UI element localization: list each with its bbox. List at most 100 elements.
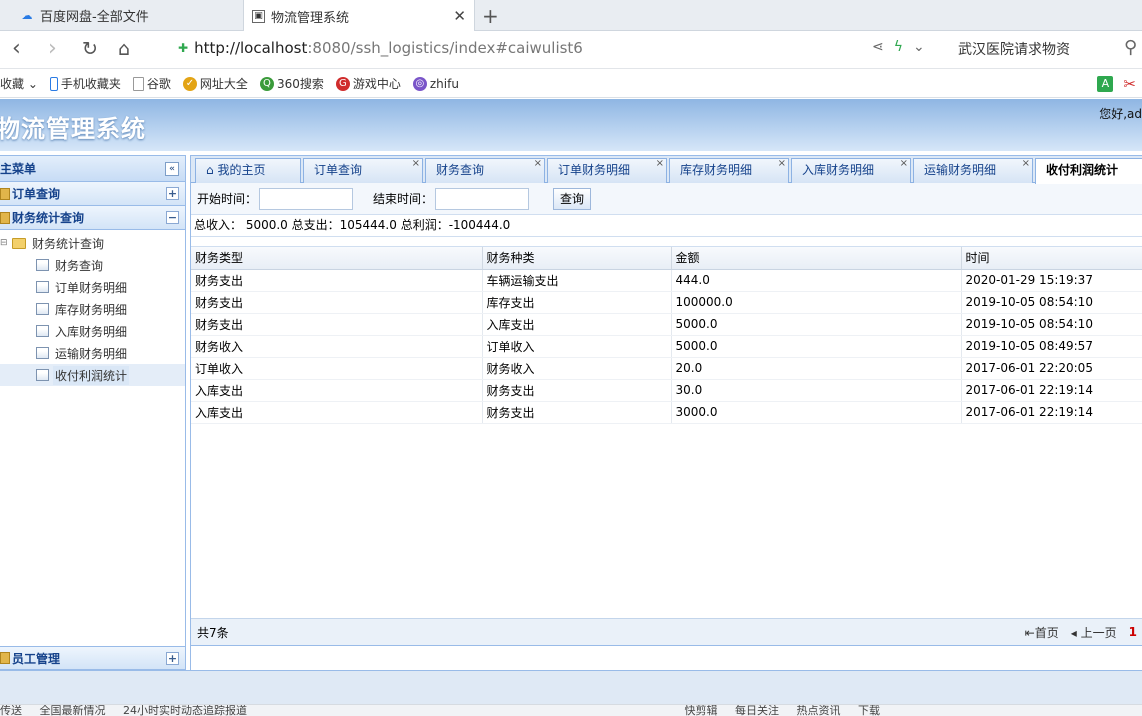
bookmark-games[interactable]: G 游戏中心 [335, 75, 401, 92]
status-item[interactable]: 热点资讯 [797, 705, 841, 716]
bookmark-mobile[interactable]: 手机收藏夹 [49, 75, 121, 92]
close-icon[interactable]: × [656, 159, 664, 175]
table-row[interactable]: 入库支出 财务支出 3000.0 2017-06-01 22:19:14 [191, 401, 1142, 424]
sidebar-header: 主菜单 « [0, 156, 185, 182]
tab-order-query[interactable]: 订单查询 × [303, 158, 423, 183]
table-cell: 444.0 [671, 269, 962, 292]
document-icon [36, 369, 49, 381]
first-page-button[interactable]: ⇤首页 [1025, 624, 1059, 641]
table-cell: 2019-10-05 08:54:10 [961, 313, 1142, 336]
forward-icon[interactable]: › [48, 37, 57, 61]
expand-icon[interactable]: + [166, 651, 179, 665]
table-row[interactable]: 财务收入 订单收入 5000.0 2019-10-05 08:49:57 [191, 335, 1142, 358]
end-time-input[interactable] [435, 187, 530, 210]
tree-node-finance[interactable]: ⊟ 财务统计查询 [0, 232, 185, 254]
column-header[interactable]: 金额 [671, 247, 962, 270]
table-cell: 财务支出 [482, 379, 672, 402]
table-cell: 订单收入 [191, 357, 483, 380]
table-row[interactable]: 财务支出 车辆运输支出 444.0 2020-01-29 15:19:37 [191, 269, 1142, 292]
sidebar-section-orders[interactable]: 订单查询 + [0, 182, 185, 206]
folder-icon [0, 187, 10, 200]
search-icon[interactable]: ⚲ [1124, 37, 1137, 58]
table-row[interactable]: 入库支出 财务支出 30.0 2017-06-01 22:19:14 [191, 379, 1142, 402]
tree-item-inbound-finance[interactable]: 入库财务明细 [0, 320, 185, 342]
status-item[interactable]: 传送 [0, 705, 22, 716]
search-input[interactable]: 武汉医院请求物资 [958, 39, 1070, 59]
bookmarks-tools: A ✂ [1097, 75, 1136, 93]
lightning-icon[interactable]: ϟ [894, 39, 903, 55]
status-item[interactable]: 下载 [858, 705, 880, 716]
close-icon[interactable]: × [900, 159, 908, 175]
tab-finance-query[interactable]: 财务查询 × [425, 158, 545, 183]
table-cell: 入库支出 [191, 379, 483, 402]
table-cell: 100000.0 [671, 291, 962, 314]
bookmark-360search[interactable]: Q 360搜索 [259, 75, 324, 92]
close-icon[interactable]: ✕ [453, 7, 466, 25]
table-row[interactable]: 财务支出 库存支出 100000.0 2019-10-05 08:54:10 [191, 291, 1142, 314]
status-item[interactable]: 全国最新情况 [40, 705, 106, 716]
tools-icon[interactable]: ✂ [1123, 75, 1136, 93]
chevron-down-icon[interactable]: ⌄ [913, 39, 925, 55]
close-icon[interactable]: × [1022, 159, 1030, 175]
search-360-icon: Q [259, 76, 274, 91]
tree-item-profit-stats[interactable]: 收付利润统计 [0, 364, 185, 386]
games-icon: G [335, 76, 350, 91]
status-item[interactable]: 24小时实时动态追踪报道 [123, 705, 247, 716]
address-bar: ‹ › ↻ ⌂ ✚ http://localhost:8080/ssh_logi… [0, 31, 1142, 69]
start-time-input[interactable] [259, 187, 354, 210]
bookmark-favorites[interactable]: 收藏 ⌄ [0, 75, 38, 92]
finance-tree: ⊟ 财务统计查询 财务查询 订单财务明细 库存财务明细 入库财务明细 运输财务明… [0, 230, 185, 386]
home-icon[interactable]: ⌂ [118, 37, 130, 61]
table-row[interactable]: 订单收入 财务收入 20.0 2017-06-01 22:20:05 [191, 357, 1142, 380]
tab-stock-finance[interactable]: 库存财务明细 × [669, 158, 789, 183]
refresh-icon[interactable]: ↻ [82, 37, 98, 61]
collapse-section-icon[interactable]: − [166, 211, 179, 224]
app-title: 物流管理系统 [0, 115, 146, 143]
page-number[interactable]: 1 [1129, 625, 1137, 639]
query-button[interactable]: 查询 [553, 187, 592, 210]
bookmark-google[interactable]: 谷歌 [132, 75, 171, 92]
column-header[interactable]: 财务类型 [191, 247, 483, 270]
tab-profit-stats[interactable]: 收付利润统计 [1035, 158, 1142, 184]
main-bottom-panel [191, 645, 1142, 671]
table-cell: 入库支出 [191, 401, 483, 424]
sidebar-section-staff[interactable]: 员工管理 + [0, 646, 185, 670]
prev-page-button[interactable]: ◂ 上一页 [1071, 624, 1117, 641]
tab-inbound-finance[interactable]: 入库财务明细 × [791, 158, 911, 183]
column-header[interactable]: 时间 [961, 247, 1142, 270]
tree-item-stock-finance[interactable]: 库存财务明细 [0, 298, 185, 320]
collapse-icon[interactable]: « [165, 161, 179, 176]
table-row[interactable]: 财务支出 入库支出 5000.0 2019-10-05 08:54:10 [191, 313, 1142, 336]
url-field[interactable]: ✚ http://localhost:8080/ssh_logistics/in… [178, 39, 583, 57]
back-icon[interactable]: ‹ [12, 37, 21, 61]
table-cell: 财务收入 [191, 335, 483, 358]
tab-home[interactable]: ⌂ 我的主页 [195, 158, 301, 183]
bookmark-sites[interactable]: ✓ 网址大全 [182, 75, 248, 92]
table-cell: 5000.0 [671, 313, 962, 336]
sidebar-section-finance[interactable]: 财务统计查询 − [0, 206, 185, 230]
browser-tab-baidu[interactable]: ☁ 百度网盘-全部文件 [0, 0, 242, 31]
new-tab-icon[interactable]: + [482, 4, 499, 28]
tree-item-order-finance[interactable]: 订单财务明细 [0, 276, 185, 298]
browser-tab-title: 百度网盘-全部文件 [40, 10, 149, 25]
close-icon[interactable]: × [778, 159, 786, 175]
document-icon [36, 303, 49, 315]
share-icon[interactable]: ⋖ [872, 39, 884, 55]
close-icon[interactable]: × [412, 159, 420, 175]
browser-tab-logistics[interactable]: ▣ 物流管理系统 ✕ [243, 0, 475, 32]
bookmark-zhifu[interactable]: ◎ zhifu [412, 76, 459, 91]
tree-toggle-icon[interactable]: ⊟ [0, 238, 10, 248]
tree-item-transport-finance[interactable]: 运输财务明细 [0, 342, 185, 364]
sites-icon: ✓ [182, 76, 197, 91]
tree-item-finance-query[interactable]: 财务查询 [0, 254, 185, 276]
expand-icon[interactable]: + [166, 187, 179, 200]
finance-grid: 财务类型 财务种类 金额 时间 财务支出 车辆运输支出 444.0 2020-01-2… [191, 246, 1142, 618]
column-header[interactable]: 财务种类 [482, 247, 672, 270]
tab-order-finance[interactable]: 订单财务明细 × [547, 158, 667, 183]
translate-icon[interactable]: A [1097, 76, 1114, 92]
tab-transport-finance[interactable]: 运输财务明细 × [913, 158, 1033, 183]
status-item[interactable]: 每日关注 [735, 705, 779, 716]
close-icon[interactable]: × [534, 159, 542, 175]
end-time-label: 结束时间： [373, 192, 434, 206]
status-item[interactable]: 快剪辑 [685, 705, 718, 716]
